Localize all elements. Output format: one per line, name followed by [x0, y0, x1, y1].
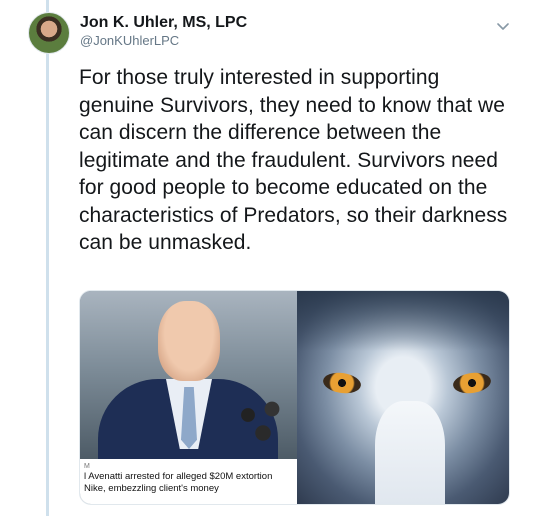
- chevron-down-icon[interactable]: [496, 22, 510, 32]
- caption-tag: M: [84, 463, 90, 470]
- caption-line-1: l Avenatti arrested for alleged $20M ext…: [84, 471, 273, 482]
- news-caption: M l Avenatti arrested for alleged $20M e…: [80, 459, 297, 504]
- media-grid: M l Avenatti arrested for alleged $20M e…: [79, 290, 510, 505]
- tweet-header: Jon K. Uhler, MS, LPC @JonKUhlerLPC: [80, 13, 247, 49]
- tweet-text: For those truly interested in supporting…: [79, 66, 508, 254]
- wolf-photo[interactable]: [297, 291, 509, 504]
- thread-connector-line: [46, 0, 49, 516]
- wolf-snout: [375, 401, 445, 504]
- wolf-right-eye: [451, 370, 493, 396]
- wolf-left-eye: [321, 370, 363, 396]
- wolf-fur-shadow: [297, 291, 509, 351]
- avatar[interactable]: [28, 12, 70, 54]
- photo-face: [158, 301, 220, 381]
- news-photo[interactable]: M l Avenatti arrested for alleged $20M e…: [80, 291, 297, 504]
- caption-line-2: Nike, embezzling client's money: [84, 483, 219, 494]
- user-handle[interactable]: @JonKUhlerLPC: [80, 32, 247, 49]
- photo-microphones: [230, 391, 290, 451]
- display-name[interactable]: Jon K. Uhler, MS, LPC: [80, 13, 247, 32]
